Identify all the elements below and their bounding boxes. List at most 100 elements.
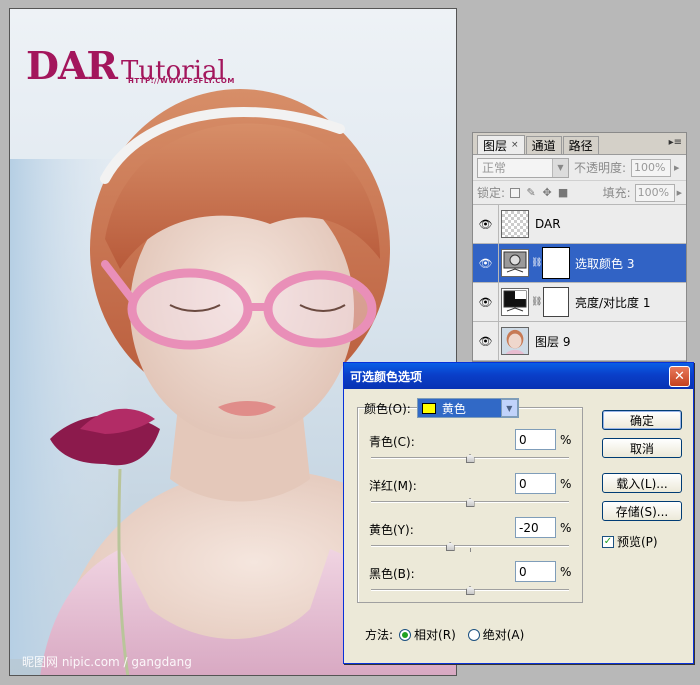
opacity-arrow-icon[interactable]: ▶ <box>674 164 679 172</box>
absolute-option[interactable]: 绝对(A) <box>467 626 525 643</box>
load-label: 载入(L)... <box>616 476 668 491</box>
tab-close-icon[interactable]: × <box>511 140 519 150</box>
preview-checkbox[interactable]: ✓ <box>602 535 614 548</box>
load-button[interactable]: 载入(L)... <box>602 473 682 493</box>
percent-sign: % <box>560 433 572 447</box>
save-label: 存储(S)... <box>615 504 669 519</box>
eye-icon[interactable]: 👁 <box>473 244 499 282</box>
method-row: 方法: 相对(R) 绝对(A) <box>365 626 524 643</box>
tab-paths[interactable]: 路径 <box>562 136 599 154</box>
chevron-down-icon: ▼ <box>552 158 568 177</box>
tab-channels[interactable]: 通道 <box>525 136 562 154</box>
opacity-value: 100% <box>634 161 666 174</box>
layer-thumbnail <box>501 210 529 238</box>
layer-row-dar[interactable]: 👁 DAR <box>473 205 686 244</box>
layer-row-image[interactable]: 👁 图层 9 <box>473 322 686 361</box>
dialog-titlebar[interactable]: 可选颜色选项 ✕ <box>344 363 693 389</box>
lock-all-icon[interactable]: ■ <box>557 186 569 199</box>
colors-label: 颜色(O): <box>364 401 411 416</box>
adjustment-thumbnail <box>501 288 529 316</box>
tab-layers[interactable]: 图层 × <box>477 135 525 154</box>
absolute-label: 绝对(A) <box>482 628 525 642</box>
absolute-radio[interactable] <box>467 628 480 641</box>
brand-main-text: DAR <box>26 43 118 88</box>
colors-row: 颜色(O): 黄色 ▼ <box>364 398 519 418</box>
percent-sign: % <box>560 521 572 535</box>
yellow-slider-track[interactable] <box>371 545 569 547</box>
relative-label: 相对(R) <box>414 628 456 642</box>
lock-transparency-icon[interactable] <box>509 187 521 199</box>
brand-url: HTTP://WWW.PSFLY.COM <box>128 77 235 85</box>
lock-brush-icon[interactable]: ✎ <box>525 186 537 199</box>
eye-icon[interactable]: 👁 <box>473 322 499 360</box>
ok-label: 确定 <box>629 413 654 428</box>
selective-color-dialog: 可选颜色选项 ✕ 颜色(O): 黄色 ▼ 青色(C): 0 % 洋红(M): 0… <box>343 362 694 664</box>
cyan-value: 0 <box>519 432 527 447</box>
cyan-label: 青色(C): <box>369 435 415 449</box>
chain-link-icon[interactable]: ⛓ <box>531 258 542 268</box>
fill-value: 100% <box>637 186 670 199</box>
eye-icon[interactable]: 👁 <box>473 205 499 243</box>
slider-center-tick <box>470 548 471 552</box>
opacity-label: 不透明度: <box>574 161 627 175</box>
portrait-thumbnail-icon <box>502 328 528 354</box>
image-thumbnail <box>501 327 529 355</box>
layer-mask-thumbnail[interactable] <box>543 287 569 317</box>
magenta-label: 洋红(M): <box>369 479 417 493</box>
layer-name: 选取颜色 3 <box>575 256 635 271</box>
blend-mode-row: 正常 ▼ 不透明度: 100% ▶ <box>473 155 686 181</box>
opacity-field[interactable]: 100% <box>631 158 672 177</box>
lock-label: 锁定: <box>477 186 506 200</box>
yellow-value: -20 <box>519 520 539 535</box>
dialog-title: 可选颜色选项 <box>350 369 423 384</box>
fill-field[interactable]: 100% <box>634 183 675 202</box>
brightness-contrast-icon <box>503 290 527 312</box>
chevron-down-icon[interactable]: ▼ <box>500 399 518 417</box>
lock-row: 锁定: ✎ ✥ ■ 填充: 100% ▶ <box>473 181 686 205</box>
relative-radio[interactable] <box>399 628 412 641</box>
adjustment-thumbnail <box>501 249 529 277</box>
black-value: 0 <box>519 564 527 579</box>
layer-row-brightness-contrast[interactable]: 👁 ⛓ 亮度/对比度 1 <box>473 283 686 322</box>
watermark-text: 昵图网 nipic.com / gangdang <box>22 655 192 669</box>
colors-value: 黄色 <box>441 401 466 416</box>
layer-mask-thumbnail[interactable] <box>543 248 569 278</box>
selective-color-icon <box>503 251 527 273</box>
relative-option[interactable]: 相对(R) <box>399 626 456 643</box>
preview-option[interactable]: ✓ 预览(P) <box>602 533 658 550</box>
layer-name: 亮度/对比度 1 <box>575 295 651 310</box>
yellow-input[interactable]: -20 <box>515 517 556 538</box>
black-input[interactable]: 0 <box>515 561 556 582</box>
ok-button[interactable]: 确定 <box>602 410 682 430</box>
cyan-input[interactable]: 0 <box>515 429 556 450</box>
percent-sign: % <box>560 477 572 491</box>
magenta-value: 0 <box>519 476 527 491</box>
panel-menu-icon[interactable]: ▸≡ <box>669 137 682 148</box>
magenta-input[interactable]: 0 <box>515 473 556 494</box>
method-label: 方法: <box>365 628 394 642</box>
tab-label: 图层 <box>483 138 508 153</box>
layer-name: 图层 9 <box>535 334 571 349</box>
blend-mode-value: 正常 <box>482 161 507 175</box>
percent-sign: % <box>560 565 572 579</box>
fill-arrow-icon[interactable]: ▶ <box>677 189 682 197</box>
close-button[interactable]: ✕ <box>669 366 690 387</box>
layers-panel: 图层 × 通道 路径 ▸≡ 正常 ▼ 不透明度: 100% ▶ 锁定: ✎ ✥ … <box>472 132 687 362</box>
preview-label: 预览(P) <box>617 535 658 549</box>
fill-label: 填充: <box>602 186 631 200</box>
black-label: 黑色(B): <box>369 567 415 581</box>
lock-move-icon[interactable]: ✥ <box>541 186 553 199</box>
close-icon: ✕ <box>674 369 685 384</box>
blend-mode-select[interactable]: 正常 ▼ <box>477 157 569 178</box>
colors-select[interactable]: 黄色 ▼ <box>416 398 519 418</box>
save-button[interactable]: 存储(S)... <box>602 501 682 521</box>
tab-label: 通道 <box>531 139 556 153</box>
chain-link-icon[interactable]: ⛓ <box>531 297 542 307</box>
tab-label: 路径 <box>568 139 593 153</box>
layer-row-selective-color[interactable]: 👁 ⛓ 选取颜色 3 <box>473 244 686 283</box>
panel-tab-bar: 图层 × 通道 路径 ▸≡ <box>473 133 686 155</box>
yellow-swatch <box>421 402 436 414</box>
cancel-button[interactable]: 取消 <box>602 438 682 458</box>
eye-icon[interactable]: 👁 <box>473 283 499 321</box>
cancel-label: 取消 <box>629 441 654 456</box>
